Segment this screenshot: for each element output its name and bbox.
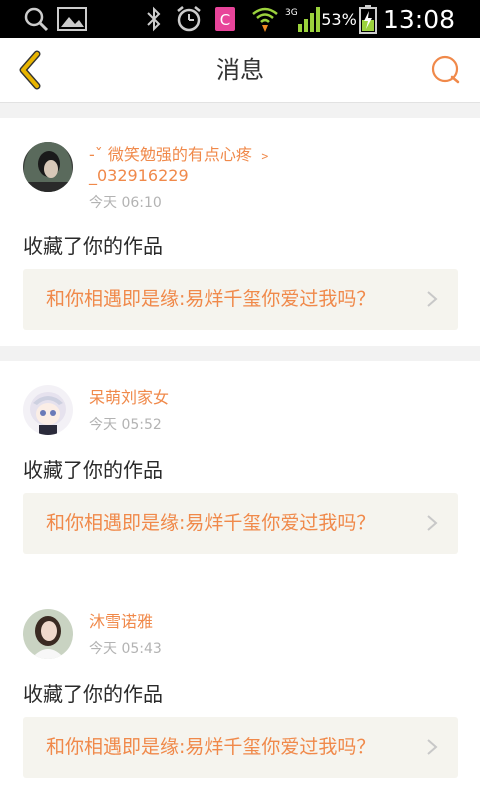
chat-bubble-icon: [431, 55, 460, 84]
chevron-right-icon: [427, 739, 438, 755]
activity-text: 收藏了你的作品: [23, 458, 163, 482]
activity-text: 收藏了你的作品: [23, 234, 163, 258]
wifi-icon: [250, 0, 280, 38]
svg-text:C: C: [220, 11, 230, 29]
battery-icon: [358, 0, 378, 38]
app-notification-icon: C: [212, 0, 238, 38]
gallery-icon: [56, 0, 88, 38]
back-button[interactable]: [10, 50, 50, 90]
timestamp: 今天 06:10: [89, 195, 162, 211]
work-link[interactable]: 和你相遇即是缘:易烊千玺你爱过我吗？: [23, 269, 458, 330]
status-bar: C 3G 53% 13:08: [0, 0, 480, 38]
chevron-right-icon: [427, 291, 438, 307]
search-icon: [22, 0, 50, 38]
timestamp: 今天 05:52: [89, 417, 162, 433]
signal-icon: 3G: [284, 0, 324, 38]
back-arrow-icon: [19, 50, 41, 90]
alarm-icon: [174, 0, 204, 38]
notification-card[interactable]: 呆萌刘家女 今天 05:52 收藏了你的作品 和你相遇即是缘:易烊千玺你爱过我吗…: [0, 361, 480, 589]
page-title: 消息: [216, 56, 264, 84]
avatar[interactable]: [23, 142, 73, 192]
work-link[interactable]: 和你相遇即是缘:易烊千玺你爱过我吗？: [23, 717, 458, 778]
message-list[interactable]: -ˇ 微笑勉强的有点心疼 ﹥_032916229 今天 06:10 收藏了你的作…: [0, 102, 480, 800]
clock: 13:08: [382, 4, 456, 34]
avatar[interactable]: [23, 609, 73, 659]
bluetooth-icon: [144, 0, 164, 38]
work-link[interactable]: 和你相遇即是缘:易烊千玺你爱过我吗？: [23, 493, 458, 554]
username[interactable]: -ˇ 微笑勉强的有点心疼 ﹥_032916229: [89, 144, 329, 186]
avatar[interactable]: [23, 385, 73, 435]
work-title: 和你相遇即是缘:易烊千玺你爱过我吗？: [46, 512, 376, 534]
chevron-right-icon: [427, 515, 438, 531]
work-title: 和你相遇即是缘:易烊千玺你爱过我吗？: [46, 288, 376, 310]
notification-card[interactable]: 沐雪诺雅 今天 05:43 收藏了你的作品 和你相遇即是缘:易烊千玺你爱过我吗？: [0, 585, 480, 800]
username[interactable]: 呆萌刘家女: [89, 387, 329, 408]
work-title: 和你相遇即是缘:易烊千玺你爱过我吗？: [46, 736, 376, 758]
activity-text: 收藏了你的作品: [23, 682, 163, 706]
notification-card[interactable]: -ˇ 微笑勉强的有点心疼 ﹥_032916229 今天 06:10 收藏了你的作…: [0, 118, 480, 346]
chat-button[interactable]: [428, 52, 464, 88]
timestamp: 今天 05:43: [89, 641, 162, 657]
title-bar: 消息: [0, 38, 480, 103]
username[interactable]: 沐雪诺雅: [89, 611, 329, 632]
battery-percent: 53%: [321, 9, 357, 29]
network-type-label: 3G: [285, 8, 298, 18]
